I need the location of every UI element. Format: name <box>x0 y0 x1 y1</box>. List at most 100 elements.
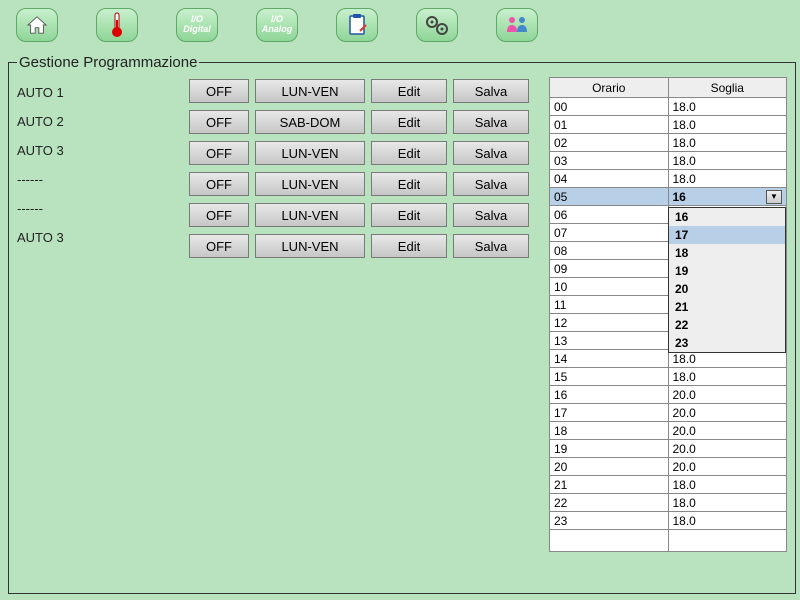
table-row[interactable]: 0118.0 <box>550 116 787 134</box>
temperature-button[interactable] <box>96 8 138 42</box>
off-button[interactable]: OFF <box>189 203 249 227</box>
hour-cell[interactable]: 19 <box>550 440 669 458</box>
hour-cell[interactable]: 09 <box>550 260 669 278</box>
dropdown-option[interactable]: 23 <box>669 334 785 352</box>
hour-cell[interactable]: 22 <box>550 494 669 512</box>
clipboard-button[interactable] <box>336 8 378 42</box>
hour-cell[interactable]: 20 <box>550 458 669 476</box>
threshold-cell[interactable]: 18.0 <box>668 116 787 134</box>
hour-cell[interactable]: 08 <box>550 242 669 260</box>
hour-cell[interactable]: 12 <box>550 314 669 332</box>
hour-cell[interactable]: 14 <box>550 350 669 368</box>
dropdown-option[interactable]: 16 <box>669 208 785 226</box>
edit-button[interactable]: Edit <box>371 234 447 258</box>
table-row[interactable]: 1720.0 <box>550 404 787 422</box>
users-button[interactable] <box>496 8 538 42</box>
hour-cell[interactable]: 06 <box>550 206 669 224</box>
table-row[interactable]: 0318.0 <box>550 152 787 170</box>
threshold-cell[interactable]: 18.0 <box>668 98 787 116</box>
threshold-cell[interactable]: 20.0 <box>668 458 787 476</box>
days-button[interactable]: LUN-VEN <box>255 141 365 165</box>
edit-button[interactable]: Edit <box>371 141 447 165</box>
settings-button[interactable] <box>416 8 458 42</box>
off-button[interactable]: OFF <box>189 110 249 134</box>
table-row[interactable]: 05 16 ▼ <box>550 188 787 206</box>
edit-button[interactable]: Edit <box>371 110 447 134</box>
off-button[interactable]: OFF <box>189 172 249 196</box>
save-button[interactable]: Salva <box>453 110 529 134</box>
threshold-cell[interactable]: 20.0 <box>668 440 787 458</box>
io-analog-button[interactable]: I/O Analog <box>256 8 298 42</box>
chevron-down-icon[interactable]: ▼ <box>766 190 782 204</box>
program-label: AUTO 1 <box>17 82 189 104</box>
table-row[interactable]: 1820.0 <box>550 422 787 440</box>
hour-cell[interactable]: 16 <box>550 386 669 404</box>
threshold-cell[interactable]: 18.0 <box>668 476 787 494</box>
hour-cell[interactable]: 21 <box>550 476 669 494</box>
table-row[interactable]: 1620.0 <box>550 386 787 404</box>
threshold-cell[interactable]: 18.0 <box>668 494 787 512</box>
days-button[interactable]: LUN-VEN <box>255 172 365 196</box>
days-button[interactable]: LUN-VEN <box>255 203 365 227</box>
threshold-cell[interactable]: 18.0 <box>668 512 787 530</box>
hour-cell[interactable]: 07 <box>550 224 669 242</box>
dropdown-option[interactable]: 21 <box>669 298 785 316</box>
edit-button[interactable]: Edit <box>371 203 447 227</box>
hour-cell[interactable]: 23 <box>550 512 669 530</box>
save-button[interactable]: Salva <box>453 79 529 103</box>
table-row[interactable]: 0218.0 <box>550 134 787 152</box>
hour-cell[interactable]: 04 <box>550 170 669 188</box>
table-row[interactable]: 2118.0 <box>550 476 787 494</box>
hour-cell[interactable]: 01 <box>550 116 669 134</box>
threshold-cell[interactable]: 18.0 <box>668 368 787 386</box>
save-button[interactable]: Salva <box>453 203 529 227</box>
off-button[interactable]: OFF <box>189 141 249 165</box>
table-row[interactable]: 0418.0 <box>550 170 787 188</box>
save-button[interactable]: Salva <box>453 172 529 196</box>
hour-cell[interactable]: 11 <box>550 296 669 314</box>
hour-cell[interactable]: 17 <box>550 404 669 422</box>
dropdown-option[interactable]: 22 <box>669 316 785 334</box>
hour-cell[interactable]: 03 <box>550 152 669 170</box>
table-row[interactable]: 2020.0 <box>550 458 787 476</box>
hour-cell[interactable]: 13 <box>550 332 669 350</box>
hour-cell[interactable]: 10 <box>550 278 669 296</box>
off-button[interactable]: OFF <box>189 79 249 103</box>
threshold-dropdown-list[interactable]: 1617181920212223 <box>668 207 786 353</box>
save-button[interactable]: Salva <box>453 234 529 258</box>
threshold-cell[interactable]: 18.0 <box>668 170 787 188</box>
off-button[interactable]: OFF <box>189 234 249 258</box>
threshold-cell[interactable]: 20.0 <box>668 422 787 440</box>
edit-button[interactable]: Edit <box>371 79 447 103</box>
table-row[interactable]: 2318.0 <box>550 512 787 530</box>
days-button[interactable]: LUN-VEN <box>255 79 365 103</box>
threshold-cell[interactable]: 20.0 <box>668 404 787 422</box>
hour-cell[interactable]: 00 <box>550 98 669 116</box>
threshold-cell[interactable]: 18.0 <box>668 152 787 170</box>
table-row[interactable]: 2218.0 <box>550 494 787 512</box>
edit-button[interactable]: Edit <box>371 172 447 196</box>
dropdown-option[interactable]: 17 <box>669 226 785 244</box>
hour-cell[interactable]: 15 <box>550 368 669 386</box>
save-button[interactable]: Salva <box>453 141 529 165</box>
table-row[interactable]: 1920.0 <box>550 440 787 458</box>
table-row[interactable]: 1518.0 <box>550 368 787 386</box>
dropdown-option[interactable]: 20 <box>669 280 785 298</box>
threshold-cell[interactable]: 16 ▼ <box>668 188 787 206</box>
threshold-input-value[interactable]: 16 <box>673 190 686 204</box>
threshold-cell[interactable]: 18.0 <box>668 134 787 152</box>
table-row[interactable]: 0018.0 <box>550 98 787 116</box>
dropdown-option[interactable]: 18 <box>669 244 785 262</box>
io-digital-button[interactable]: I/O Digital <box>176 8 218 42</box>
threshold-cell[interactable]: 20.0 <box>668 386 787 404</box>
header-threshold[interactable]: Soglia <box>668 78 787 98</box>
home-button[interactable] <box>16 8 58 42</box>
days-button[interactable]: LUN-VEN <box>255 234 365 258</box>
hour-cell[interactable]: 18 <box>550 422 669 440</box>
days-button[interactable]: SAB-DOM <box>255 110 365 134</box>
program-management-group: Gestione Programmazione AUTO 1AUTO 2AUTO… <box>8 54 796 594</box>
header-hour[interactable]: Orario <box>550 78 669 98</box>
hour-cell[interactable]: 05 <box>550 188 669 206</box>
dropdown-option[interactable]: 19 <box>669 262 785 280</box>
hour-cell[interactable]: 02 <box>550 134 669 152</box>
